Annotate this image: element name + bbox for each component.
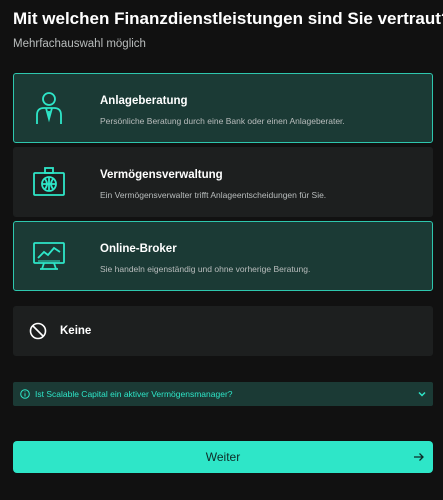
continue-button-label: Weiter <box>205 450 241 464</box>
option-card-anlageberatung[interactable]: Anlageberatung Persönliche Beratung durc… <box>13 73 433 143</box>
option-title: Keine <box>60 325 92 337</box>
faq-accordion[interactable]: Ist Scalable Capital ein aktiver Vermöge… <box>13 382 433 406</box>
option-card-vermoegensverwaltung[interactable]: Vermögensverwaltung Ein Vermögensverwalt… <box>13 147 433 217</box>
option-title: Vermögensverwaltung <box>100 169 223 181</box>
option-card-keine[interactable]: Keine <box>13 306 433 356</box>
info-circle-icon <box>20 389 30 399</box>
faq-question: Ist Scalable Capital ein aktiver Vermöge… <box>35 389 233 399</box>
chevron-down-icon[interactable] <box>417 389 427 399</box>
advisor-person-icon <box>32 91 66 125</box>
option-description: Ein Vermögensverwalter trifft Anlageents… <box>100 190 327 200</box>
option-card-online-broker[interactable]: Online-Broker Sie handeln eigenständig u… <box>13 221 433 291</box>
option-description: Persönliche Beratung durch eine Bank ode… <box>100 116 345 126</box>
globe-briefcase-icon <box>32 165 66 199</box>
option-description: Sie handeln eigenständig und ohne vorher… <box>100 264 311 274</box>
page-title: Mit welchen Finanzdienstleistungen sind … <box>13 9 443 28</box>
option-title: Anlageberatung <box>100 95 188 107</box>
arrow-right-icon <box>413 451 425 463</box>
page-subtitle: Mehrfachauswahl möglich <box>13 38 146 50</box>
option-title: Online-Broker <box>100 243 177 255</box>
chart-monitor-icon <box>32 239 66 273</box>
forbidden-icon <box>28 321 48 341</box>
continue-button[interactable]: Weiter <box>13 441 433 473</box>
